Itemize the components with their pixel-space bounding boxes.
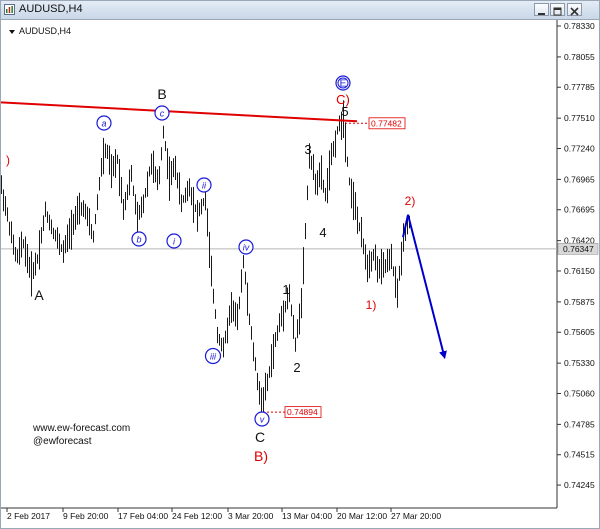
- wave-label: E: [340, 79, 347, 90]
- wave-label: 1): [366, 298, 377, 312]
- current-price-value: 0.76347: [563, 244, 594, 254]
- x-tick-label: 24 Feb 12:00: [172, 511, 222, 521]
- x-tick-label: 20 Mar 12:00: [337, 511, 387, 521]
- y-axis: 0.78330 0.78055 0.77785 0.77510 0.77240 0.769…: [557, 21, 595, 490]
- wave-label: v: [260, 415, 265, 425]
- wave-label: A: [34, 287, 44, 303]
- y-tick-label: 0.76695: [564, 205, 595, 215]
- y-tick-label: 0.74515: [564, 450, 595, 460]
- watermark-url: www.ew-forecast.com: [32, 423, 130, 434]
- wave-label: b: [136, 235, 141, 245]
- wave-label: C: [255, 429, 265, 445]
- y-tick-label: 0.75330: [564, 358, 595, 368]
- plot-area[interactable]: [1, 20, 557, 508]
- wave-label: 2: [293, 360, 300, 375]
- y-tick-label: 0.75605: [564, 327, 595, 337]
- x-tick-label: 2 Feb 2017: [7, 511, 50, 521]
- chart-window: AUDUSD,H4 AUDUSD,H4 0.78330 0.78055 0.7778…: [0, 0, 600, 529]
- y-tick-label: 0.75060: [564, 388, 595, 398]
- wave-label: iii: [210, 352, 217, 362]
- y-tick-label: 0.74785: [564, 419, 595, 429]
- x-tick-label: 3 Mar 20:00: [228, 511, 274, 521]
- symbol-label: AUDUSD,H4: [19, 26, 71, 36]
- wave-label: 3: [304, 142, 311, 157]
- current-price-tag: 0.76347: [557, 243, 599, 255]
- wave-label: c: [160, 109, 165, 119]
- maximize-button[interactable]: [550, 3, 565, 16]
- y-tick-label: 0.77785: [564, 82, 595, 92]
- x-axis: 2 Feb 2017 9 Feb 20:00 17 Feb 04:00 24 Feb …: [6, 508, 441, 521]
- price-chart[interactable]: AUDUSD,H4 0.783300.780550.777850.775100.…: [1, 20, 599, 528]
- wave-label: iv: [243, 243, 250, 253]
- close-icon: [570, 7, 579, 16]
- wave-label: 1: [282, 282, 289, 297]
- y-tick-label: 0.75875: [564, 297, 595, 307]
- low-price-value: 0.74894: [287, 407, 318, 417]
- watermark-handle: @ewforecast: [33, 436, 92, 447]
- window-title: AUDUSD,H4: [19, 3, 83, 15]
- wave-label: B: [157, 86, 166, 102]
- x-tick-label: 27 Mar 20:00: [391, 511, 441, 521]
- y-tick-label: 0.74245: [564, 480, 595, 490]
- maximize-icon: [553, 7, 562, 16]
- wave-label: 4: [319, 225, 326, 240]
- y-tick-label: 0.78330: [564, 21, 595, 31]
- wave-label: 2): [405, 194, 416, 208]
- x-tick-label: 13 Mar 04:00: [282, 511, 332, 521]
- x-tick-label: 17 Feb 04:00: [118, 511, 168, 521]
- minimize-button[interactable]: [534, 3, 549, 16]
- wave-label: ): [6, 153, 10, 167]
- y-tick-label: 0.77240: [564, 143, 595, 153]
- wave-label: a: [101, 119, 106, 129]
- y-tick-label: 0.77510: [564, 113, 595, 123]
- close-button[interactable]: [567, 3, 582, 16]
- wave-label: C): [336, 92, 350, 107]
- window-titlebar[interactable]: AUDUSD,H4: [1, 1, 599, 20]
- wave-label: B): [254, 448, 268, 464]
- minimize-icon: [538, 13, 545, 15]
- high-price-value: 0.77482: [371, 118, 402, 128]
- y-tick-label: 0.76150: [564, 266, 595, 276]
- x-tick-label: 9 Feb 20:00: [63, 511, 109, 521]
- y-tick-label: 0.78055: [564, 52, 595, 62]
- y-tick-label: 0.76965: [564, 174, 595, 184]
- chart-icon: [4, 4, 15, 15]
